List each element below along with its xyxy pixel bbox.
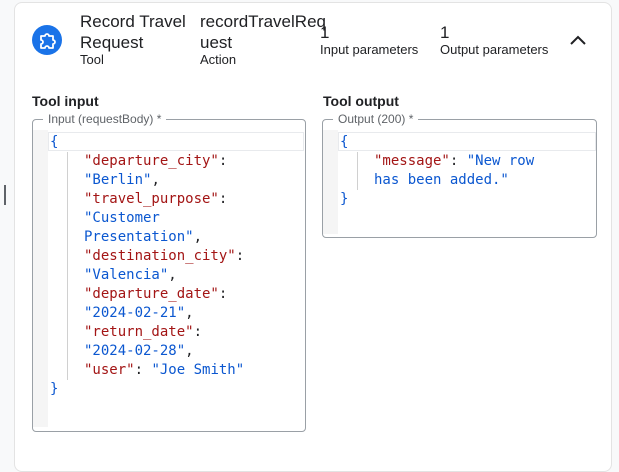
input-params-label: Input parameters <box>320 42 419 57</box>
json-value: "Joe Smith" <box>151 362 245 378</box>
code-line: "Valencia", <box>84 266 177 285</box>
active-line-highlight <box>48 132 304 151</box>
code-line: "2024-02-21", <box>84 304 194 323</box>
json-colon: : <box>235 248 245 264</box>
code-line: "departure_city": <box>84 152 227 171</box>
tool-output-title: Tool output <box>323 93 399 109</box>
json-key: "departure_date" <box>84 286 219 302</box>
active-line-highlight <box>338 132 596 151</box>
editor-gutter <box>33 130 48 427</box>
action-name: recordTravelReq uest <box>200 12 326 52</box>
chevron-up-icon[interactable] <box>566 30 590 50</box>
json-value: "Valencia" <box>84 267 169 283</box>
code-line: Presentation", <box>84 228 202 247</box>
code-line: "Customer <box>84 209 160 228</box>
code-line: "departure_date": <box>84 285 227 304</box>
json-comma: , <box>151 172 160 188</box>
code-line: "user": "Joe Smith" <box>84 361 244 380</box>
output-code[interactable]: { "message": "New row has been added."} <box>340 133 534 207</box>
json-key: "message" <box>374 153 450 169</box>
code-line: has been added." <box>374 171 509 190</box>
json-value: "New row <box>466 153 535 169</box>
action-label: Action <box>200 52 237 67</box>
json-key: "travel_purpose" <box>84 191 219 207</box>
json-key: "return_date" <box>84 324 194 340</box>
output-params-count: 1 <box>440 23 450 42</box>
tool-input-editor[interactable]: Input (requestBody) * { "departure_city"… <box>32 112 306 432</box>
code-line: "return_date": <box>84 323 202 342</box>
code-line: "destination_city": <box>84 247 244 266</box>
json-colon: : <box>218 153 228 169</box>
json-value: Presentation" <box>84 229 194 245</box>
json-colon: : <box>218 191 228 207</box>
json-value: "2024-02-21" <box>84 305 186 321</box>
code-line: "Berlin", <box>84 171 160 190</box>
json-colon: : <box>218 286 228 302</box>
json-key: "user" <box>84 362 135 378</box>
tool-output-editor[interactable]: Output (200) * { "message": "New row has … <box>322 112 597 238</box>
editor-gutter <box>323 130 338 234</box>
code-line: "travel_purpose": <box>84 190 227 209</box>
close-brace: } <box>340 191 349 207</box>
json-comma: , <box>168 267 177 283</box>
json-comma: , <box>193 229 203 245</box>
json-key: "departure_city" <box>84 153 219 169</box>
json-colon: : <box>134 362 152 378</box>
code-line: "message": "New row <box>374 152 534 171</box>
json-colon: : <box>193 324 203 340</box>
input-code[interactable]: { "departure_city": "Berlin", "travel_purp… <box>50 133 244 397</box>
close-brace: } <box>50 381 59 397</box>
puzzle-icon <box>32 25 62 55</box>
json-colon: : <box>449 153 467 169</box>
tool-input-legend: Input (requestBody) * <box>43 112 167 126</box>
tool-input-title: Tool input <box>32 93 99 109</box>
tool-output-legend: Output (200) * <box>333 112 419 126</box>
json-key: "destination_city" <box>84 248 236 264</box>
text-cursor <box>4 185 6 205</box>
json-comma: , <box>185 305 194 321</box>
output-params-label: Output parameters <box>440 42 549 57</box>
tool-name: Record Travel Request <box>80 12 186 52</box>
json-value: "Customer <box>84 210 160 226</box>
code-line: "2024-02-28", <box>84 342 194 361</box>
input-params-count: 1 <box>320 23 330 42</box>
json-value: "2024-02-28" <box>84 343 186 359</box>
json-value: "Berlin" <box>84 172 152 188</box>
open-brace: { <box>340 134 349 150</box>
json-comma: , <box>185 343 194 359</box>
json-value: has been added." <box>374 172 509 188</box>
open-brace: { <box>50 134 59 150</box>
tool-label: Tool <box>80 52 104 67</box>
